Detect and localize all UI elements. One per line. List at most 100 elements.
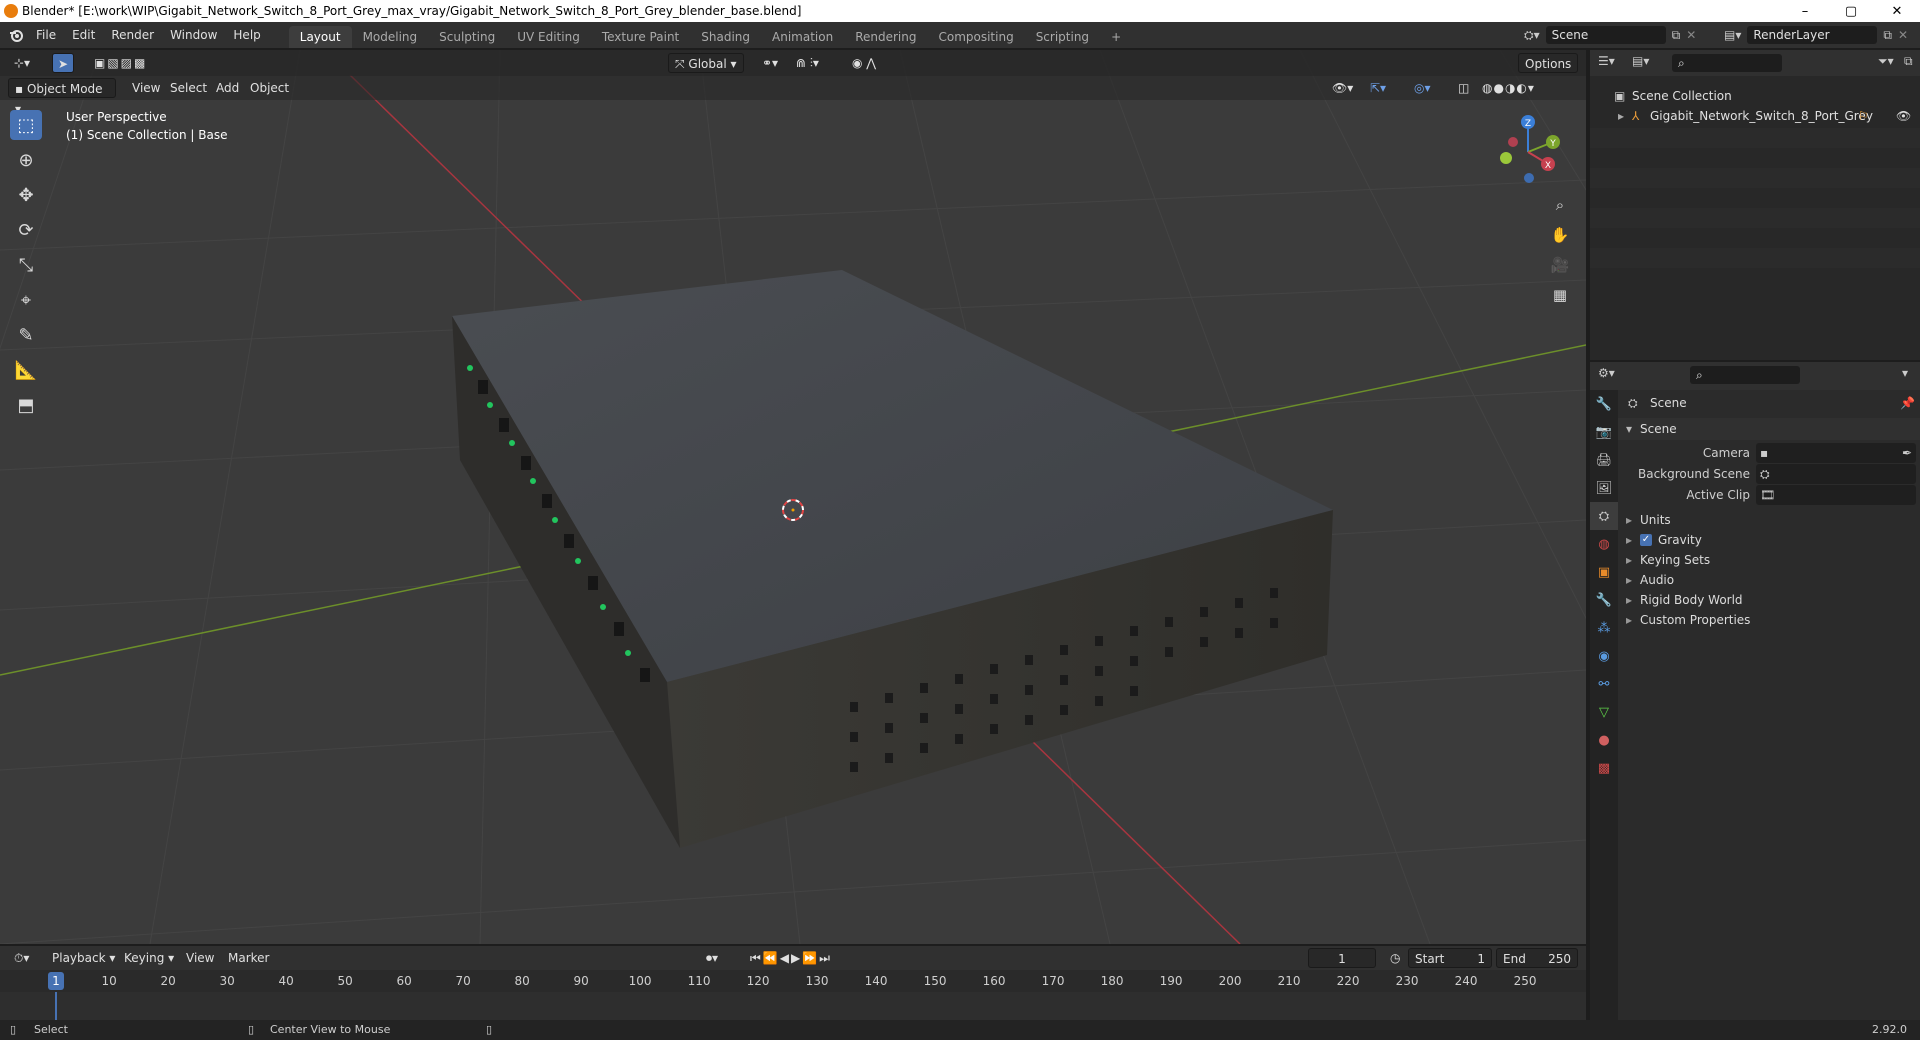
select-box-tool-icon[interactable]: ⬚ (10, 110, 42, 140)
proportional-edit-icon[interactable]: ◉ ⋀ (846, 53, 882, 73)
output-tab-icon[interactable]: 🖨 (1590, 446, 1618, 474)
tab-modeling[interactable]: Modeling (352, 26, 429, 48)
close-button[interactable]: ✕ (1874, 0, 1920, 22)
menu-object[interactable]: Object (244, 78, 295, 98)
delete-scene-icon[interactable]: ✕ (1686, 28, 1696, 42)
outliner-editor-icon[interactable]: ☰▾ (1598, 54, 1615, 68)
display-mode-icon[interactable]: ▤▾ (1632, 54, 1649, 68)
pin-icon[interactable]: 📌 (1900, 392, 1915, 414)
overlay-toggle-icon[interactable]: ◎▾ (1408, 78, 1437, 98)
shading-mode-icons[interactable]: ◍●◑◐▾ (1476, 78, 1541, 98)
menu-edit[interactable]: Edit (64, 22, 103, 48)
editor-type-icon[interactable]: ⊹▾ (8, 53, 36, 73)
render-tab-icon[interactable]: 📷 (1590, 418, 1618, 446)
new-renderlayer-icon[interactable]: ⧉ (1883, 28, 1892, 43)
tab-rendering[interactable]: Rendering (844, 26, 927, 48)
tab-uv-editing[interactable]: UV Editing (506, 26, 591, 48)
tab-sculpting[interactable]: Sculpting (428, 26, 506, 48)
world-tab-icon[interactable]: ◍ (1590, 530, 1618, 558)
view-layer-tab-icon[interactable]: 🖼 (1590, 474, 1618, 502)
physics-tab-icon[interactable]: ◉ (1590, 642, 1618, 670)
new-scene-icon[interactable]: ⧉ (1672, 28, 1681, 43)
properties-editor-icon[interactable]: ⚙▾ (1598, 366, 1615, 380)
visibility-icon[interactable]: 👁▾ (1326, 78, 1359, 98)
active-clip-field[interactable]: 🎞 (1756, 485, 1916, 505)
material-tab-icon[interactable]: ● (1590, 726, 1618, 754)
start-frame-field[interactable]: Start 1 (1408, 948, 1492, 968)
measure-tool-icon[interactable]: 📐 (10, 355, 42, 385)
outliner-search-input[interactable]: ⌕ (1672, 54, 1782, 72)
snap-icon[interactable]: ⋒ ⫶▾ (790, 53, 825, 73)
menu-marker[interactable]: Marker (222, 948, 275, 968)
menu-window[interactable]: Window (162, 22, 225, 48)
scale-tool-icon[interactable]: ⤡ (10, 250, 42, 280)
menu-file[interactable]: File (28, 22, 64, 48)
timeline-editor-icon[interactable]: ⏱▾ (8, 948, 35, 968)
object-data-icon[interactable]: ⚐ (1858, 106, 1869, 126)
options-button[interactable]: Options (1518, 53, 1579, 73)
annotate-tool-icon[interactable]: ✎ (10, 320, 42, 350)
gizmo-toggle-icon[interactable]: ⇱▾ (1364, 78, 1392, 98)
object-tab-icon[interactable]: ▣ (1590, 558, 1618, 586)
background-scene-field[interactable]: ⛭ (1756, 464, 1916, 484)
renderlayer-name-field[interactable]: RenderLayer (1747, 26, 1878, 44)
scene-section-header[interactable]: ▾ Scene (1618, 418, 1920, 440)
texture-tab-icon[interactable]: ▩ (1590, 754, 1618, 782)
maximize-button[interactable]: ▢ (1828, 0, 1874, 22)
constraints-tab-icon[interactable]: ⚯ (1590, 670, 1618, 698)
move-tool-icon[interactable]: ✥ (10, 180, 42, 210)
renderlayer-selector-icon[interactable]: ▤▾ (1724, 28, 1741, 42)
xray-icon[interactable]: ◫ (1452, 78, 1475, 98)
camera-field[interactable]: ▪ ✒ (1756, 443, 1916, 463)
eyedropper-icon[interactable]: ✒ (1902, 443, 1912, 463)
tab-animation[interactable]: Animation (761, 26, 844, 48)
eye-icon[interactable]: 👁 (1896, 106, 1911, 126)
menu-render[interactable]: Render (103, 22, 162, 48)
menu-select[interactable]: Select (164, 78, 213, 98)
end-frame-field[interactable]: End 250 (1496, 948, 1578, 968)
zoom-icon[interactable]: ⌕ (1547, 192, 1573, 218)
add-cube-tool-icon[interactable]: ⬒ (10, 390, 42, 420)
preview-range-icon[interactable]: ◷ (1384, 948, 1406, 968)
new-collection-icon[interactable]: ⧉ (1904, 54, 1913, 69)
add-workspace-button[interactable]: + (1100, 26, 1132, 48)
scene-tab-icon[interactable]: ⛭ (1590, 502, 1618, 530)
auto-keying-icon[interactable]: ⏺▾ (700, 948, 724, 968)
menu-playback[interactable]: Playback ▾ (46, 948, 121, 968)
modifier-tab-icon[interactable]: 🔧 (1590, 586, 1618, 614)
current-frame-field[interactable]: 1 (1308, 948, 1376, 968)
outliner-scene-collection[interactable]: ▣ Scene Collection (1590, 86, 1920, 106)
particles-tab-icon[interactable]: ⁂ (1590, 614, 1618, 642)
tab-layout[interactable]: Layout (288, 26, 352, 48)
gravity-checkbox[interactable]: ✓ (1640, 534, 1652, 546)
filter-icon[interactable]: ⏷▾ (1878, 54, 1894, 69)
transform-orientation-select[interactable]: ⤧ Global ▾ (668, 53, 744, 73)
menu-help[interactable]: Help (225, 22, 268, 48)
transform-tool-icon[interactable]: ⌖ (10, 285, 42, 315)
ortho-grid-icon[interactable]: ▦ (1547, 282, 1573, 308)
3d-viewport[interactable]: ⊹▾ ➤ ▣▧▨▩ ⤧ Global ▾ ⚭▾ ⋒ ⫶▾ ◉ ⋀ Options… (0, 50, 1586, 944)
pivot-point-icon[interactable]: ⚭▾ (756, 53, 784, 73)
object-mode-select[interactable]: ▪ Object Mode ▾ (8, 78, 116, 116)
tab-texture-paint[interactable]: Texture Paint (591, 26, 690, 48)
outliner-object-row[interactable]: ▸ ⅄ Gigabit_Network_Switch_8_Port_Grey ⚐… (1590, 106, 1920, 126)
menu-timeline-view[interactable]: View (180, 948, 220, 968)
properties-search-input[interactable]: ⌕ (1690, 366, 1800, 384)
cursor-tool-icon[interactable]: ⊕ (10, 145, 42, 175)
delete-renderlayer-icon[interactable]: ✕ (1898, 28, 1908, 42)
pan-hand-icon[interactable]: ✋ (1547, 222, 1573, 248)
navigation-gizmo[interactable]: Z Y X (1488, 112, 1568, 192)
menu-add[interactable]: Add (210, 78, 245, 98)
custom-properties-panel[interactable]: ▸ Custom Properties (1618, 608, 1920, 632)
playback-controls-icons[interactable]: ⏮⏪◀▶⏩⏭ (744, 948, 838, 968)
tool-tab-icon[interactable]: 🔧 (1590, 390, 1618, 418)
blender-menu-icon[interactable] (4, 22, 28, 48)
minimize-button[interactable]: – (1782, 0, 1828, 22)
camera-view-icon[interactable]: 🎥 (1547, 252, 1573, 278)
tab-scripting[interactable]: Scripting (1025, 26, 1100, 48)
menu-view[interactable]: View (126, 78, 166, 98)
selection-mode-icons[interactable]: ▣▧▨▩ (88, 53, 153, 73)
properties-options-icon[interactable]: ▾ (1902, 366, 1908, 380)
menu-keying[interactable]: Keying ▾ (118, 948, 180, 968)
scene-name-field[interactable]: Scene (1545, 26, 1666, 44)
